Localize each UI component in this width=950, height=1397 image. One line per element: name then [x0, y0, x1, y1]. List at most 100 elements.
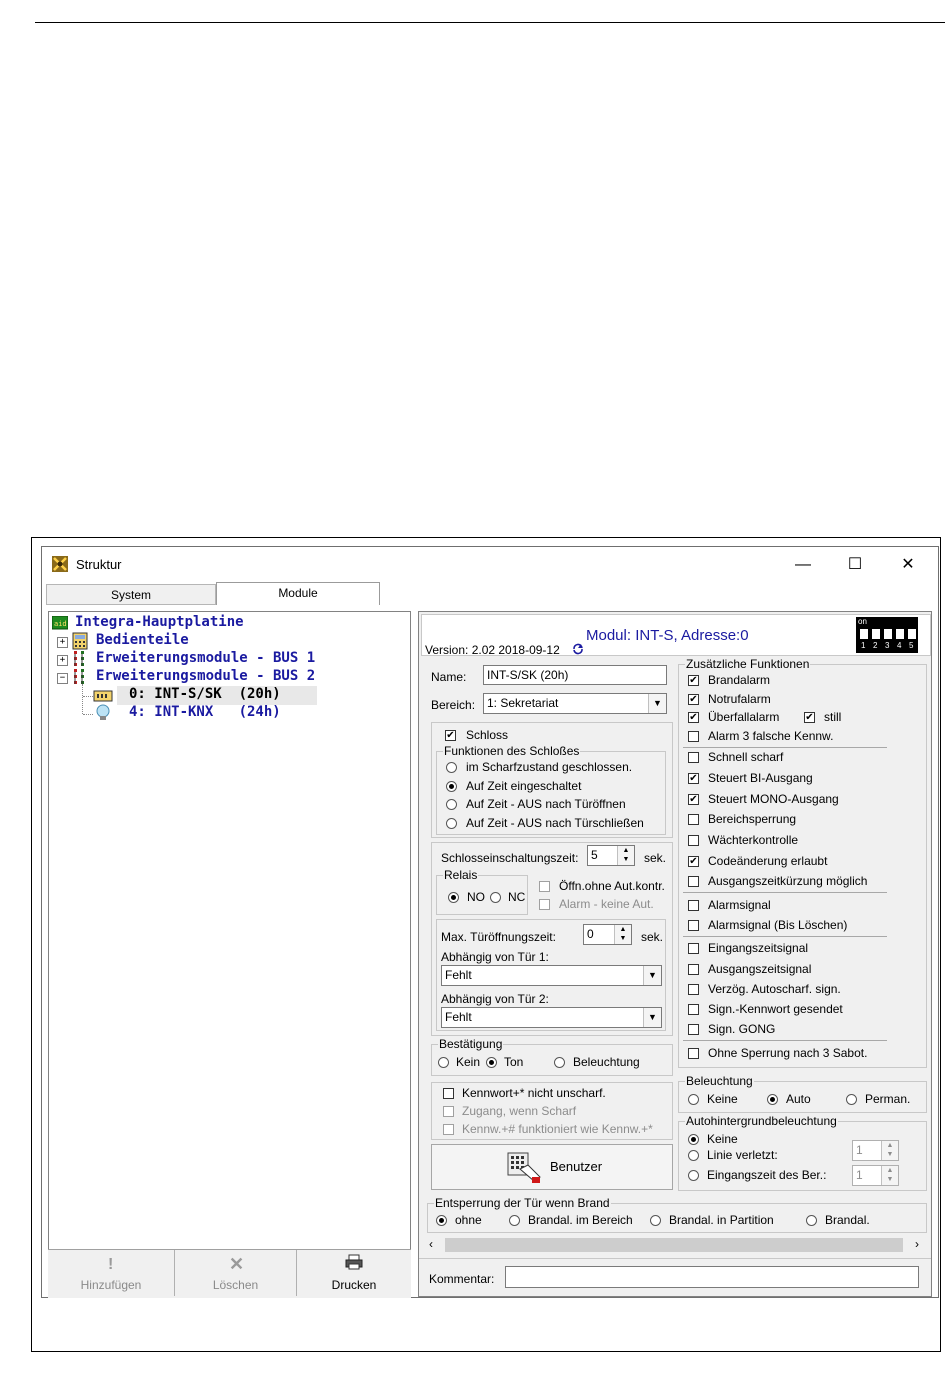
schloss-option-radio[interactable] — [446, 818, 457, 829]
einschaltzeit-spinner[interactable]: 5 ▲ ▼ — [587, 845, 635, 866]
module-tree[interactable]: aid Integra-Hauptplatine + Bedienteile +… — [48, 611, 411, 1298]
tree-item-bus1[interactable]: Erweiterungsmodule - BUS 1 — [96, 650, 315, 666]
bestaetigung-radio[interactable] — [486, 1057, 497, 1068]
dip-switch-5 — [908, 629, 916, 639]
bereichsperrung-checkbox[interactable] — [688, 814, 699, 825]
notrufalarm-checkbox[interactable]: ✔ — [688, 694, 699, 705]
minimize-button[interactable]: — — [780, 549, 826, 581]
brand-radio[interactable] — [436, 1215, 447, 1226]
still-label: still — [824, 710, 842, 724]
delete-button[interactable]: ✕ Löschen — [175, 1250, 297, 1296]
horizontal-scrollbar[interactable]: ‹ › — [425, 1236, 927, 1254]
chevron-down-icon[interactable]: ▼ — [643, 1008, 661, 1027]
beleuchtung-radio[interactable] — [846, 1094, 857, 1105]
oeffn-checkbox[interactable] — [539, 881, 550, 892]
spinner-arrows-icon[interactable]: ▲ ▼ — [881, 1141, 898, 1160]
alarm-keine-label: Alarm - keine Aut. — [559, 897, 654, 911]
scroll-right-icon[interactable]: › — [915, 1237, 919, 1251]
ohne-sperrung-checkbox[interactable] — [688, 1048, 699, 1059]
autohintergrund-radio[interactable] — [688, 1150, 699, 1161]
name-field[interactable]: INT-S/SK (20h) — [483, 665, 667, 685]
schloss-option-label: Auf Zeit - AUS nach Türöffnen — [466, 797, 626, 811]
chevron-down-icon[interactable]: ▼ — [648, 694, 666, 713]
close-button[interactable]: ✕ — [885, 549, 931, 581]
alarmsignal-bis-label: Alarmsignal (Bis Löschen) — [708, 918, 848, 932]
eingangszeit-spinner[interactable]: 1 ▲ ▼ — [852, 1165, 899, 1186]
schloss-functions-legend: Funktionen des Schloßes — [443, 744, 581, 758]
brand-radio[interactable] — [509, 1215, 520, 1226]
kennwort-checkbox[interactable] — [443, 1088, 454, 1099]
abh-tuer1-select[interactable]: Fehlt ▼ — [441, 965, 662, 986]
print-button[interactable]: Drucken — [297, 1250, 411, 1296]
title-bar: Struktur — ☐ ✕ — [42, 547, 938, 583]
schloss-option-radio[interactable] — [446, 781, 457, 792]
tab-system[interactable]: System — [46, 584, 216, 605]
relais-nc-label: NC — [508, 890, 526, 904]
alarm-keine-checkbox[interactable] — [539, 899, 550, 910]
codeaenderung-checkbox[interactable]: ✔ — [688, 856, 699, 867]
waechter-checkbox[interactable] — [688, 835, 699, 846]
scrollbar-thumb[interactable] — [445, 1238, 903, 1252]
abh-tuer2-select[interactable]: Fehlt ▼ — [441, 1007, 662, 1028]
alarmsignal-checkbox[interactable] — [688, 900, 699, 911]
tree-item-bedienteile[interactable]: Bedienteile — [96, 632, 189, 648]
bereich-select[interactable]: 1: Sekretariat ▼ — [483, 693, 667, 714]
codeaenderung-label: Codeänderung erlaubt — [708, 854, 828, 868]
relais-no-radio[interactable] — [448, 892, 459, 903]
steuert-mono-checkbox[interactable]: ✔ — [688, 794, 699, 805]
schloss-option-radio[interactable] — [446, 799, 457, 810]
zugang-checkbox[interactable] — [443, 1106, 454, 1117]
brand-radio[interactable] — [650, 1215, 661, 1226]
tree-item-bus2[interactable]: Erweiterungsmodule - BUS 2 — [96, 668, 315, 684]
alarmsignal-bis-checkbox[interactable] — [688, 920, 699, 931]
bestaetigung-radio[interactable] — [438, 1057, 449, 1068]
autohintergrund-radio[interactable] — [688, 1134, 699, 1145]
ausgangszeitsignal-checkbox[interactable] — [688, 964, 699, 975]
bestaetigung-radio[interactable] — [554, 1057, 565, 1068]
maximize-button[interactable]: ☐ — [832, 549, 878, 581]
sign-gong-checkbox[interactable] — [688, 1024, 699, 1035]
beleuchtung-radio[interactable] — [767, 1094, 778, 1105]
dip-switch-1 — [860, 629, 868, 639]
still-checkbox[interactable]: ✔ — [804, 712, 815, 723]
dip-number: 2 — [873, 641, 878, 650]
brand-radio[interactable] — [806, 1215, 817, 1226]
expand-icon[interactable]: + — [57, 655, 68, 666]
linie-verletzt-spinner[interactable]: 1 ▲ ▼ — [852, 1140, 899, 1161]
kennw-hash-checkbox[interactable] — [443, 1124, 454, 1135]
beleuchtung-radio[interactable] — [688, 1094, 699, 1105]
spinner-arrows-icon[interactable]: ▲ ▼ — [617, 846, 634, 865]
tree-item-int-knx[interactable]: 4: INT-KNX (24h) — [129, 704, 281, 720]
tree-item-int-s-sk[interactable]: 0: INT-S/SK (20h) — [129, 686, 281, 702]
schloss-checkbox[interactable]: ✔ — [445, 730, 456, 741]
svg-text:aid: aid — [54, 620, 67, 628]
ueberfallalarm-checkbox[interactable]: ✔ — [688, 712, 699, 723]
sign-kennwort-checkbox[interactable] — [688, 1004, 699, 1015]
benutzer-button[interactable]: Benutzer — [431, 1144, 673, 1190]
tree-root[interactable]: Integra-Hauptplatine — [75, 614, 244, 630]
alarm3-checkbox[interactable] — [688, 731, 699, 742]
relais-nc-radio[interactable] — [490, 892, 501, 903]
beleuchtung-legend: Beleuchtung — [685, 1074, 754, 1088]
kommentar-field[interactable] — [505, 1266, 919, 1288]
add-button[interactable]: ! Hinzufügen — [48, 1250, 175, 1296]
schloss-option-radio[interactable] — [446, 762, 457, 773]
steuert-bi-checkbox[interactable]: ✔ — [688, 773, 699, 784]
module-title: Modul: INT-S, Adresse:0 — [586, 627, 749, 644]
expand-icon[interactable]: + — [57, 637, 68, 648]
eingangszeitsignal-checkbox[interactable] — [688, 943, 699, 954]
verzoeg-checkbox[interactable] — [688, 984, 699, 995]
spinner-arrows-icon[interactable]: ▲ ▼ — [881, 1166, 898, 1185]
scroll-left-icon[interactable]: ‹ — [429, 1237, 433, 1251]
max-oeffnung-spinner[interactable]: 0 ▲ ▼ — [583, 924, 632, 945]
ausgangszeitkuerzung-checkbox[interactable] — [688, 876, 699, 887]
chevron-down-icon[interactable]: ▼ — [643, 966, 661, 985]
spinner-arrows-icon[interactable]: ▲ ▼ — [614, 925, 631, 944]
dip-number: 4 — [897, 641, 902, 650]
schnell-scharf-checkbox[interactable] — [688, 752, 699, 763]
collapse-icon[interactable]: − — [57, 673, 68, 684]
refresh-icon[interactable] — [572, 643, 584, 655]
brandalarm-checkbox[interactable]: ✔ — [688, 675, 699, 686]
autohintergrund-radio[interactable] — [688, 1170, 699, 1181]
tab-module[interactable]: Module — [216, 582, 380, 605]
